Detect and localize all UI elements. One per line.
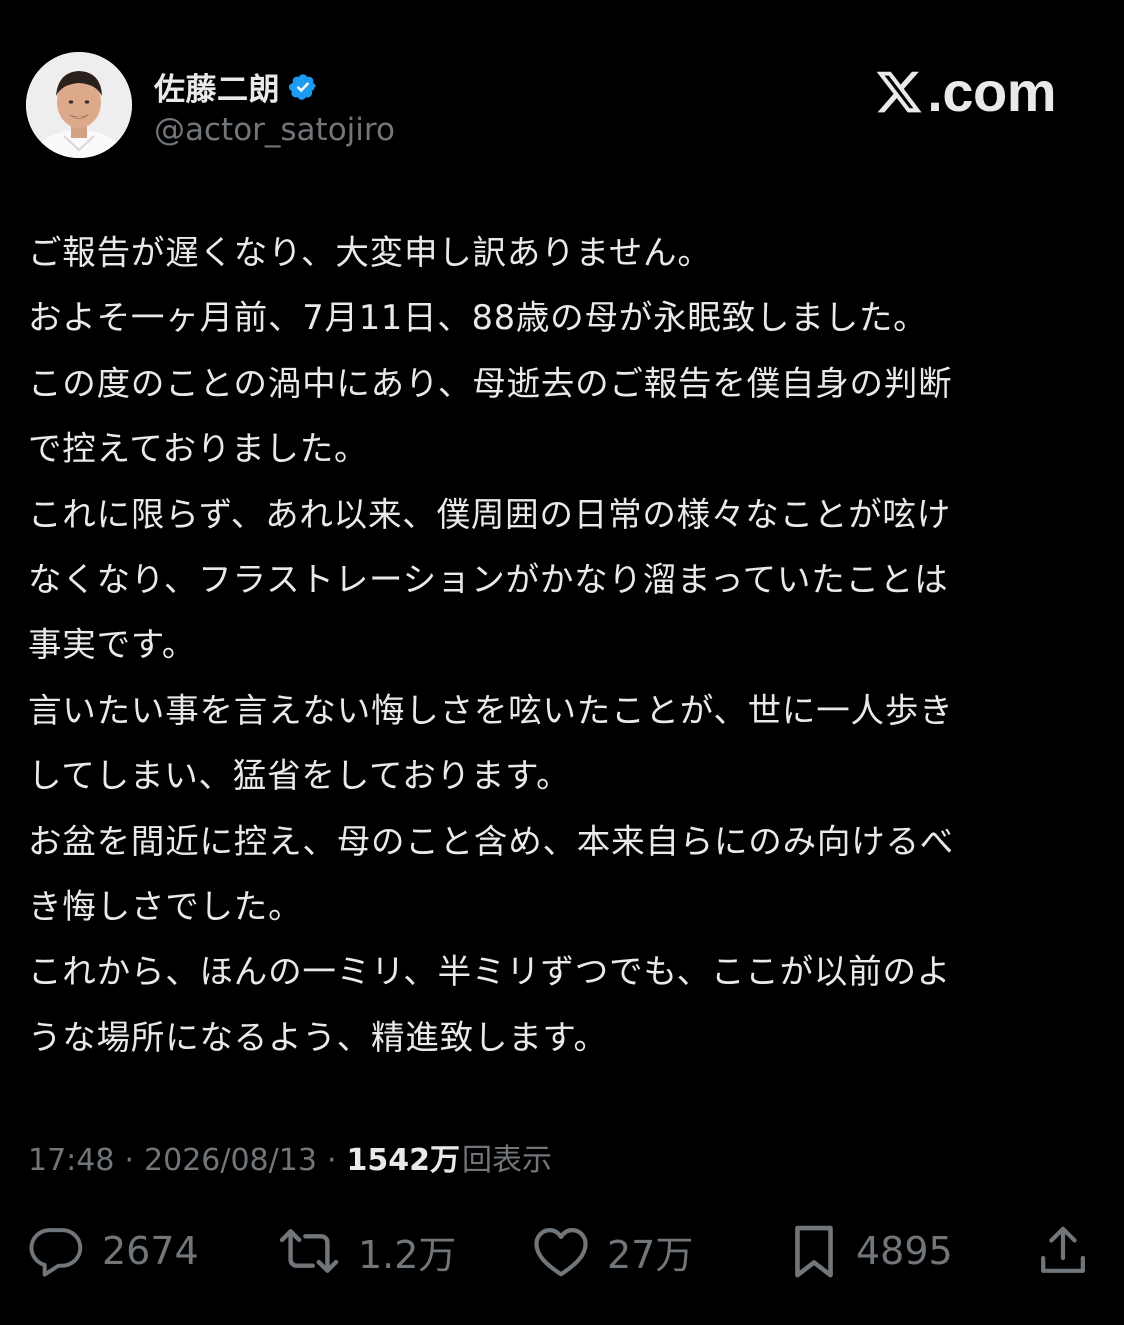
bookmark-icon — [795, 1225, 833, 1278]
post-line: 事実です。 — [28, 625, 197, 665]
brand-domain-text: .com — [927, 60, 1056, 123]
post-line: うな場所になるよう、精進致します。 — [28, 1017, 608, 1057]
verified-badge-icon — [288, 72, 318, 102]
bookmark-button[interactable]: 4895 — [788, 1218, 953, 1284]
post-line: お盆を間近に控え、母のこと含め、本来自らにのみ向けるべ — [28, 821, 955, 861]
post-time[interactable]: 17:48 — [28, 1143, 114, 1178]
name-row: 佐藤二朗 — [154, 64, 318, 109]
post-line: これに限らず、あれ以来、僕周囲の日常の様々なことが呟け — [28, 494, 952, 534]
reply-button[interactable]: 2674 — [26, 1218, 199, 1284]
repost-button[interactable]: 1.2万 — [276, 1218, 456, 1284]
post-date[interactable]: 2026/08/13 — [144, 1143, 317, 1178]
brand-logo: .com — [873, 64, 1056, 120]
avatar-image — [26, 52, 132, 158]
avatar[interactable] — [26, 52, 132, 158]
bookmark-count: 4895 — [856, 1229, 953, 1273]
post-line: 言いたい事を言えない悔しさを呟いたことが、世に一人歩き — [28, 690, 954, 730]
post-line: してしまい、猛省をしております。 — [28, 756, 571, 796]
share-button[interactable] — [1036, 1218, 1090, 1284]
like-count: 27万 — [607, 1232, 694, 1277]
post-line: なくなり、フラストレーションがかなり溜まっていたことは — [28, 559, 949, 599]
post-header: 佐藤二朗 @actor_satojiro .com — [26, 52, 1098, 162]
reply-icon — [29, 1228, 83, 1277]
post-line: これから、ほんの一ミリ、半ミリずつでも、ここが以前のよ — [28, 952, 952, 992]
views-count: 1542万 — [346, 1143, 460, 1178]
post-line: およそ一ヶ月前、7月11日、88歳の母が永眠致しました。 — [28, 298, 928, 338]
user-handle[interactable]: @actor_satojiro — [154, 112, 395, 148]
share-icon — [1041, 1226, 1085, 1273]
like-button[interactable]: 27万 — [531, 1218, 693, 1284]
post-line: き悔しさでした。 — [28, 886, 303, 926]
post-line: この度のことの渦中にあり、母逝去のご報告を僕自身の判断 — [28, 363, 953, 403]
x-logo-icon — [873, 67, 925, 117]
views-label: 回表示 — [461, 1143, 552, 1178]
post-line: ご報告が遅くなり、大変申し訳ありません。 — [28, 233, 712, 272]
post-meta: 17:48 · 2026/08/13 · 1542万 回表示 — [28, 1135, 552, 1179]
repost-icon — [279, 1229, 339, 1273]
meta-separator: · — [326, 1143, 337, 1178]
meta-separator: · — [124, 1143, 135, 1178]
heart-icon — [534, 1228, 588, 1277]
display-name[interactable]: 佐藤二朗 — [154, 64, 280, 109]
repost-count: 1.2万 — [358, 1232, 457, 1277]
post-line: で控えておりました。 — [28, 429, 369, 469]
reply-count: 2674 — [102, 1229, 199, 1273]
post-body: ご報告が遅くなり、大変申し訳ありません。 およそ一ヶ月前、7月11日、88歳の母… — [28, 220, 1098, 1070]
action-bar: 2674 1.2万 27万 4895 — [26, 1218, 1098, 1284]
